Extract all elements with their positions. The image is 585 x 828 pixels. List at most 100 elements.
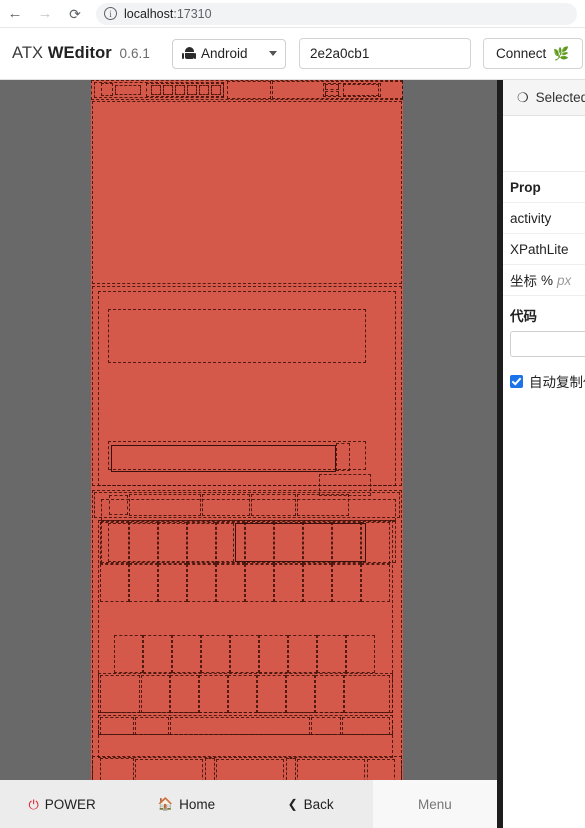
key-r2-c3[interactable]	[158, 564, 187, 602]
dialog-input[interactable]	[111, 445, 336, 472]
key-r3-c8[interactable]	[317, 635, 346, 673]
statusbar-clock-1[interactable]	[151, 85, 161, 95]
connect-label: Connect	[496, 46, 547, 61]
device-screenshot-viewport[interactable]	[0, 80, 497, 780]
key-r1-c3[interactable]	[158, 522, 187, 564]
menu-button[interactable]: Menu	[372, 780, 497, 828]
statusbar-clock-2[interactable]	[163, 85, 173, 95]
ime-sug-4[interactable]	[251, 494, 296, 516]
statusbar-icon-c[interactable]	[325, 84, 339, 90]
key-r1-c1[interactable]	[100, 522, 129, 564]
nav-recent-wrap[interactable]	[286, 758, 296, 780]
nav-home-wrap[interactable]	[205, 758, 215, 780]
key-r1-c4[interactable]	[187, 522, 216, 564]
statusbar-icon-b[interactable]	[115, 85, 141, 95]
statusbar-clock-6[interactable]	[211, 85, 221, 95]
content-frame[interactable]	[92, 101, 402, 284]
site-info-icon[interactable]: i	[104, 7, 117, 20]
key-r2-c10[interactable]	[361, 564, 390, 602]
ime-sug-5[interactable]	[297, 494, 349, 516]
key-r4-c1[interactable]	[100, 675, 140, 713]
key-r5-period[interactable]	[311, 717, 341, 735]
coordinate-row[interactable]: 坐标 % px	[503, 265, 585, 296]
key-r4-c8[interactable]	[315, 675, 344, 713]
nav-back[interactable]	[135, 759, 203, 780]
nav-back-wrap[interactable]	[100, 758, 134, 780]
chevron-left-icon: ❮	[287, 797, 298, 811]
ime-sug-3[interactable]	[202, 494, 250, 516]
key-r5-sym[interactable]	[100, 717, 134, 735]
key-r1-c2[interactable]	[129, 522, 158, 564]
key-r1-c5[interactable]	[216, 522, 245, 564]
statusbar-clock-3[interactable]	[175, 85, 185, 95]
key-r2-c2[interactable]	[129, 564, 158, 602]
key-r2-c7[interactable]	[274, 564, 303, 602]
key-r4-c2[interactable]	[141, 675, 170, 713]
key-r4-c4[interactable]	[199, 675, 228, 713]
key-r4-c7[interactable]	[286, 675, 315, 713]
key-r1-c10[interactable]	[361, 522, 390, 564]
connect-button[interactable]: Connect 🌿	[483, 38, 583, 69]
key-r5-comma[interactable]	[135, 717, 169, 735]
key-r2-c1[interactable]	[100, 564, 129, 602]
statusbar-icon-e[interactable]	[343, 84, 379, 96]
work-area: ⏻ POWER 🏠 Home ❮ Back Menu ❍ Selected Pr…	[0, 80, 585, 828]
key-r5-space[interactable]	[170, 717, 310, 735]
ime-sug-1[interactable]	[109, 495, 128, 515]
address-bar[interactable]: i localhost:17310	[96, 2, 577, 25]
dialog-input-affix[interactable]	[336, 443, 350, 471]
key-r1-c6[interactable]	[245, 522, 274, 564]
key-r2-c5[interactable]	[216, 564, 245, 602]
serial-input[interactable]	[299, 38, 472, 69]
nav-home[interactable]	[216, 759, 284, 780]
code-output-box[interactable]	[510, 331, 585, 357]
statusbar-mid[interactable]	[227, 81, 271, 99]
inspector-tabbar: ❍ Selected	[503, 80, 585, 116]
key-r4-c9[interactable]	[344, 675, 390, 713]
key-r2-c4[interactable]	[187, 564, 216, 602]
power-button[interactable]: ⏻ POWER	[0, 780, 124, 828]
device-control-bar: ⏻ POWER 🏠 Home ❮ Back Menu	[0, 780, 497, 828]
autocopy-checkbox[interactable]	[510, 374, 523, 388]
device-screenshot[interactable]	[91, 80, 403, 780]
chevron-down-icon	[269, 51, 278, 56]
home-button[interactable]: 🏠 Home	[124, 780, 248, 828]
key-r3-c3[interactable]	[172, 635, 201, 673]
coord-percent-toggle[interactable]: %	[541, 273, 553, 288]
dialog-title-area[interactable]	[108, 309, 366, 363]
back-arrow-icon[interactable]: ←	[0, 0, 30, 28]
nav-recent[interactable]	[297, 759, 365, 780]
autocopy-row[interactable]: 自动复制代码	[503, 357, 585, 391]
key-r2-c6[interactable]	[245, 564, 274, 602]
key-r3-c9[interactable]	[346, 635, 375, 673]
statusbar-clock-5[interactable]	[199, 85, 209, 95]
nav-extra[interactable]	[367, 759, 395, 780]
statusbar-clock-4[interactable]	[187, 85, 197, 95]
coord-px-toggle[interactable]: px	[557, 273, 571, 288]
key-r4-c5[interactable]	[228, 675, 257, 713]
tab-selected[interactable]: Selected	[536, 90, 585, 105]
key-r4-c3[interactable]	[170, 675, 199, 713]
reload-icon[interactable]: ⟳	[60, 0, 90, 28]
platform-dropdown[interactable]: Android	[172, 38, 287, 69]
key-r3-c6[interactable]	[259, 635, 288, 673]
table-row[interactable]: XPathLite	[503, 234, 585, 265]
key-r3-c2[interactable]	[143, 635, 172, 673]
ime-sug-2[interactable]	[129, 494, 201, 516]
back-button[interactable]: ❮ Back	[249, 780, 373, 828]
statusbar-icon-d[interactable]	[325, 91, 339, 96]
forward-arrow-icon[interactable]: →	[30, 0, 60, 28]
key-r3-c5[interactable]	[230, 635, 259, 673]
key-r3-c4[interactable]	[201, 635, 230, 673]
key-r3-c7[interactable]	[288, 635, 317, 673]
key-r1-c8[interactable]	[303, 522, 332, 564]
key-r2-c9[interactable]	[332, 564, 361, 602]
key-r1-c9[interactable]	[332, 522, 361, 564]
key-r3-c1[interactable]	[114, 635, 143, 673]
key-r1-c7[interactable]	[274, 522, 303, 564]
statusbar-icon-a[interactable]	[101, 83, 113, 96]
key-r4-c6[interactable]	[257, 675, 286, 713]
key-r2-c8[interactable]	[303, 564, 332, 602]
table-row[interactable]: activity	[503, 203, 585, 234]
key-r5-enter[interactable]	[342, 717, 390, 735]
